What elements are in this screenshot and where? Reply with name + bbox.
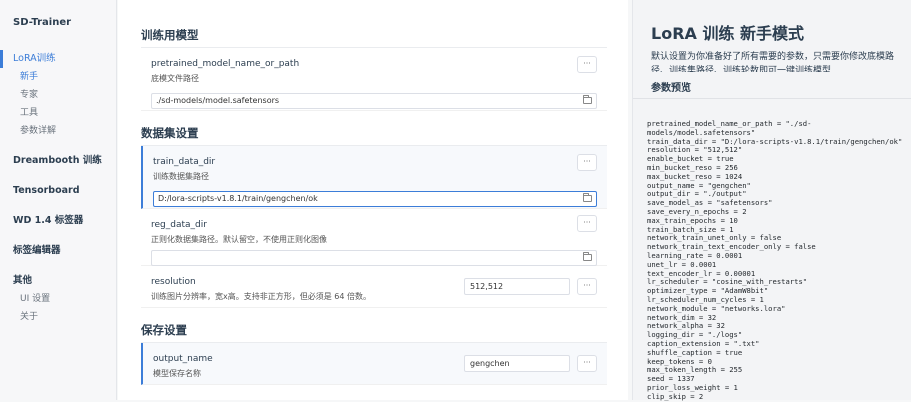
input-value: ./sd-models/model.safetensors (156, 96, 280, 105)
divider (633, 98, 911, 99)
sidebar-item-tensorboard[interactable]: Tensorboard (0, 182, 116, 200)
field-desc: 底模文件路径 (151, 74, 199, 83)
folder-icon[interactable] (583, 252, 592, 261)
sidebar-item-about[interactable]: 关于 (0, 308, 116, 326)
more-button[interactable]: ··· (577, 56, 597, 73)
field-pretrained-model: pretrained_model_name_or_path 底模文件路径 ···… (141, 48, 607, 111)
more-button[interactable]: ··· (577, 154, 597, 171)
sidebar-item-expert[interactable]: 专家 (0, 86, 116, 104)
sidebar: SD-Trainer LoRA训练 新手 专家 工具 参数详解 Dreamboo… (0, 0, 117, 400)
field-name: reg_data_dir (151, 220, 207, 230)
section-title-save: 保存设置 (141, 322, 607, 343)
params-preview-code: pretrained_model_name_or_path = "./sd- m… (647, 119, 903, 401)
sidebar-item-beginner[interactable]: 新手 (0, 68, 116, 86)
params-preview-title: 参数预览 (651, 83, 691, 94)
resolution-input[interactable]: 512,512 (464, 278, 570, 295)
sidebar-item-tag-editor[interactable]: 标签编辑器 (0, 242, 116, 260)
more-button[interactable]: ··· (577, 215, 597, 232)
sidebar-item-other: 其他 (13, 275, 33, 286)
reg-data-dir-input[interactable] (151, 250, 597, 266)
field-output-name: output_name 模型保存名称 gengchen ··· (141, 343, 607, 385)
sidebar-item-tools[interactable]: 工具 (0, 104, 116, 122)
panel-title: LoRA 训练 新手模式 (651, 24, 805, 43)
field-name: pretrained_model_name_or_path (151, 59, 300, 69)
train-data-dir-input[interactable]: D:/lora-scripts-v1.8.1/train/gengchen/ok (153, 191, 597, 207)
input-value: D:/lora-scripts-v1.8.1/train/gengchen/ok (158, 194, 318, 203)
section-title-dataset: 数据集设置 (141, 125, 607, 146)
field-name: train_data_dir (153, 157, 216, 167)
main-form: 训练用模型 pretrained_model_name_or_path 底模文件… (118, 0, 628, 400)
field-desc: 正则化数据集路径。默认留空，不使用正则化图像 (151, 235, 327, 244)
app-title: SD-Trainer (13, 17, 72, 28)
sidebar-item-params[interactable]: 参数详解 (0, 122, 116, 140)
folder-icon[interactable] (583, 95, 592, 104)
field-resolution: resolution 训练图片分辨率，宽x高。支持非正方形，但必须是 64 倍数… (141, 266, 607, 308)
sidebar-item-lora[interactable]: LoRA训练 (0, 50, 116, 68)
field-desc: 训练数据集路径 (153, 172, 209, 181)
more-button[interactable]: ··· (577, 278, 597, 295)
folder-icon[interactable] (583, 193, 592, 202)
preview-panel: LoRA 训练 新手模式 默认设置为你准备好了所有需要的参数，只需要你修改底模路… (632, 0, 911, 401)
field-train-data-dir: train_data_dir 训练数据集路径 ··· D:/lora-scrip… (141, 146, 607, 209)
more-button[interactable]: ··· (577, 355, 597, 372)
section-title-model: 训练用模型 (141, 27, 607, 48)
sidebar-item-wd-tagger[interactable]: WD 1.4 标签器 (0, 212, 116, 230)
field-reg-data-dir: reg_data_dir 正则化数据集路径。默认留空，不使用正则化图像 ··· (141, 209, 607, 266)
sidebar-item-ui-settings[interactable]: UI 设置 (0, 290, 116, 308)
pretrained-model-input[interactable]: ./sd-models/model.safetensors (151, 93, 597, 109)
panel-description: 默认设置为你准备好了所有需要的参数，只需要你修改底模路径、训练集路径、训练轮数即… (651, 52, 895, 72)
sidebar-item-dreambooth[interactable]: Dreambooth 训练 (0, 152, 116, 170)
output-name-input[interactable]: gengchen (464, 355, 570, 372)
